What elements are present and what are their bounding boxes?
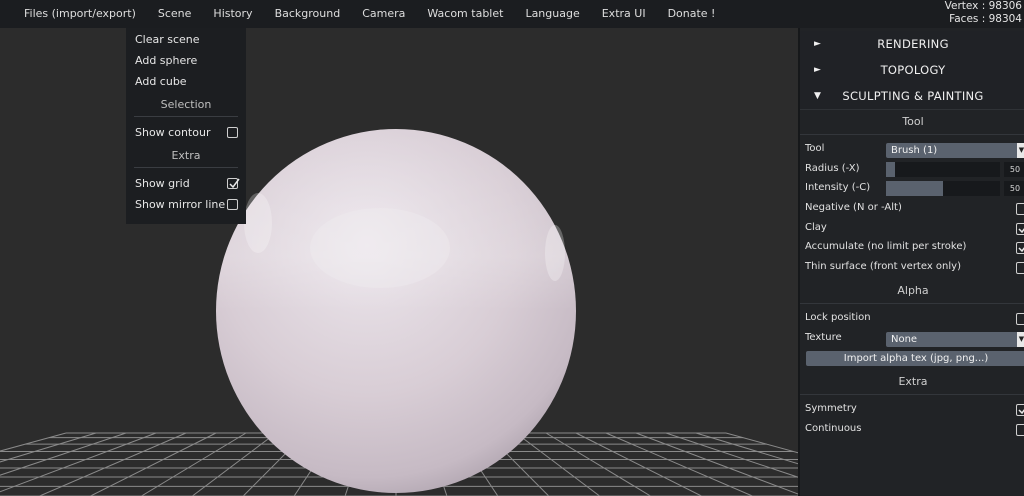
menu-language[interactable]: Language bbox=[514, 0, 590, 28]
divider bbox=[800, 134, 1024, 135]
radius-label: Radius (-X) bbox=[805, 163, 860, 174]
menubar: Files (import/export) Scene History Back… bbox=[0, 0, 1024, 28]
tool-label: Tool bbox=[805, 143, 825, 154]
menu-files[interactable]: Files (import/export) bbox=[0, 0, 147, 28]
radius-slider-fill bbox=[886, 162, 896, 177]
show-contour-checkbox[interactable] bbox=[227, 127, 238, 138]
symmetry-checkbox[interactable] bbox=[1016, 404, 1024, 416]
menu-background[interactable]: Background bbox=[264, 0, 352, 28]
accumulate-checkbox[interactable] bbox=[1016, 242, 1024, 254]
rendering-title: RENDERING bbox=[877, 37, 949, 51]
tool-select-value: Brush (1) bbox=[891, 145, 938, 156]
texture-select[interactable]: None ▼ bbox=[886, 332, 1024, 347]
show-grid-label: Show grid bbox=[135, 177, 190, 190]
clay-checkbox[interactable] bbox=[1016, 223, 1024, 235]
clear-scene-item[interactable]: Clear scene bbox=[135, 30, 200, 50]
show-contour-label: Show contour bbox=[135, 126, 211, 139]
menu-camera[interactable]: Camera bbox=[351, 0, 416, 28]
import-alpha-button[interactable]: Import alpha tex (jpg, png...) bbox=[806, 351, 1024, 366]
sculpting-title: SCULPTING & PAINTING bbox=[842, 89, 984, 103]
face-count: Faces : 98304 bbox=[949, 13, 1022, 25]
thin-surface-label: Thin surface (front vertex only) bbox=[805, 261, 961, 272]
rendering-section-header[interactable]: ► RENDERING bbox=[800, 31, 1024, 58]
lock-position-checkbox[interactable] bbox=[1016, 313, 1024, 325]
alpha-subheader: Alpha bbox=[897, 284, 929, 297]
negative-checkbox[interactable] bbox=[1016, 203, 1024, 215]
tool-select[interactable]: Brush (1) ▼ bbox=[886, 143, 1024, 158]
add-cube-item[interactable]: Add cube bbox=[135, 72, 187, 92]
vertex-count: Vertex : 98306 bbox=[944, 0, 1022, 12]
caret-down-icon: ▼ bbox=[1017, 332, 1024, 347]
viewport-canvas bbox=[0, 129, 798, 496]
topology-title: TOPOLOGY bbox=[880, 63, 946, 77]
caret-down-icon: ▼ bbox=[1017, 143, 1024, 158]
scene-dropdown-menu: Clear scene Add sphere Add cube Selectio… bbox=[126, 28, 246, 224]
negative-label: Negative (N or -Alt) bbox=[805, 202, 902, 213]
radius-slider[interactable] bbox=[886, 162, 1000, 177]
continuous-checkbox[interactable] bbox=[1016, 424, 1024, 436]
intensity-slider-fill bbox=[886, 181, 943, 196]
extra-subheader: Extra bbox=[898, 375, 928, 388]
menu-history[interactable]: History bbox=[202, 0, 263, 28]
intensity-value[interactable]: 50 bbox=[1004, 181, 1024, 196]
clay-label: Clay bbox=[805, 222, 827, 233]
menu-donate[interactable]: Donate ! bbox=[657, 0, 727, 28]
tool-subheader: Tool bbox=[902, 115, 924, 128]
checkmark-icon bbox=[1018, 247, 1024, 253]
intensity-label: Intensity (-C) bbox=[805, 182, 871, 193]
texture-select-value: None bbox=[891, 334, 918, 345]
menu-divider bbox=[134, 167, 238, 168]
show-grid-checkbox[interactable] bbox=[227, 178, 240, 189]
menu-extra-ui[interactable]: Extra UI bbox=[591, 0, 657, 28]
sculpting-section-header[interactable]: ▼ SCULPTING & PAINTING bbox=[800, 83, 1024, 110]
viewport-3d[interactable] bbox=[0, 28, 798, 496]
checkmark-icon bbox=[1018, 409, 1024, 415]
add-sphere-item[interactable]: Add sphere bbox=[135, 51, 197, 71]
mesh-stats: Vertex : 98306 Faces : 98304 bbox=[945, 0, 1022, 26]
show-mirror-line-checkbox[interactable] bbox=[227, 199, 238, 210]
sphere-mesh[interactable] bbox=[216, 129, 576, 493]
checkmark-icon bbox=[1018, 228, 1024, 234]
extra-header: Extra bbox=[171, 149, 201, 162]
control-panel: ► RENDERING ► TOPOLOGY ▼ SCULPTING & PAI… bbox=[798, 28, 1024, 496]
thin-surface-checkbox[interactable] bbox=[1016, 262, 1024, 274]
divider bbox=[800, 394, 1024, 395]
symmetry-label: Symmetry bbox=[805, 403, 857, 414]
menu-wacom-tablet[interactable]: Wacom tablet bbox=[416, 0, 514, 28]
continuous-label: Continuous bbox=[805, 423, 862, 434]
menu-scene[interactable]: Scene bbox=[146, 0, 203, 28]
accumulate-label: Accumulate (no limit per stroke) bbox=[805, 241, 967, 252]
texture-label: Texture bbox=[805, 332, 842, 343]
checkmark-icon bbox=[229, 178, 240, 189]
show-mirror-line-label: Show mirror line bbox=[135, 198, 226, 211]
intensity-slider[interactable] bbox=[886, 181, 1000, 196]
menu-divider bbox=[134, 116, 238, 117]
radius-value[interactable]: 50 bbox=[1004, 162, 1024, 177]
selection-header: Selection bbox=[160, 98, 212, 111]
topology-section-header[interactable]: ► TOPOLOGY bbox=[800, 57, 1024, 84]
lock-position-label: Lock position bbox=[805, 312, 871, 323]
divider bbox=[800, 303, 1024, 304]
